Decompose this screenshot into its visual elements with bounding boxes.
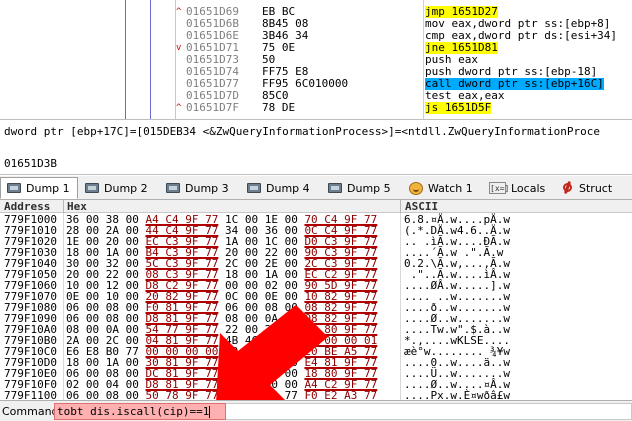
branch-marker: ^	[176, 7, 182, 17]
tab-dump-1[interactable]: Dump 1	[0, 177, 78, 199]
command-input-text: tobt dis.iscall(cip)==1	[57, 405, 210, 418]
disasm-bytes: 78 DE	[262, 101, 296, 114]
tab-label: Locals	[511, 181, 546, 195]
locals-icon: [x=]	[489, 182, 510, 194]
branch-marker: ^	[176, 103, 182, 113]
disasm-row[interactable]: 01651D6E 3B46 34 cmp eax,dword ptr ds:[esi…	[0, 30, 632, 42]
dump-ascii: ....Px.w.È¤wðâ£w	[404, 389, 510, 401]
address-column-header[interactable]: Address	[4, 200, 50, 213]
info-address-line: 01651D3B	[4, 157, 57, 170]
disasm-row[interactable]: v 01651D71 75 0E jne 1651D81	[0, 42, 632, 54]
text-caret	[209, 406, 211, 418]
dump-icon	[166, 183, 180, 193]
dump-icon	[7, 183, 21, 193]
watch-icon	[409, 181, 423, 195]
branch-marker: v	[176, 43, 182, 53]
dump-panel[interactable]: Address Hex ASCII 779F1000 36 00 38 00 A4…	[0, 200, 632, 400]
info-panel: dword ptr [ebp+17C]=[015DEB34 <&ZwQueryI…	[0, 119, 632, 175]
tab-dump-2[interactable]: Dump 2	[78, 177, 159, 199]
disassembly-panel[interactable]: ^ 01651D69 EB BC jmp 1651D27 01651D6B 8B45 08…	[0, 0, 632, 119]
disasm-row[interactable]: ^ 01651D7F 78 DE js 1651D5F	[0, 102, 632, 114]
dump-icon	[247, 183, 261, 193]
dump-address: 779F1100	[4, 389, 57, 401]
tab-watch-1[interactable]: Watch 1	[402, 177, 482, 199]
disasm-row[interactable]: 01651D77 FF95 6C010000 call dword ptr ss:[…	[0, 78, 632, 90]
dump-icon	[328, 183, 342, 193]
tab-label: Dump 4	[266, 181, 310, 195]
disasm-instruction: js 1651D5F	[425, 101, 492, 114]
tab-label: Struct	[579, 181, 613, 195]
tab-dump-3[interactable]: Dump 3	[159, 177, 240, 199]
tab-label: Dump 5	[347, 181, 391, 195]
disasm-address: 01651D7F	[186, 101, 239, 114]
dump-row[interactable]: 779F1100 06 00 08 00 50 78 9F 77 90 C8 A4…	[0, 389, 632, 401]
info-reference-line: dword ptr [ebp+17C]=[015DEB34 <&ZwQueryI…	[4, 125, 601, 138]
struct-icon	[562, 181, 574, 195]
tab-label: Dump 3	[185, 181, 229, 195]
tab-label: Dump 1	[26, 181, 70, 195]
dump-hex: 06 00 08 00 50 78 9F 77 90 C8 A4 77 F0 E…	[66, 389, 378, 401]
command-input[interactable]: tobt dis.iscall(cip)==1	[54, 403, 226, 420]
dump-tab-bar: Dump 1 Dump 2 Dump 3 Dump 4 Dump 5 Watch 1 [x=…	[0, 176, 632, 200]
tab-dump-4[interactable]: Dump 4	[240, 177, 321, 199]
hex-column-header[interactable]: Hex	[67, 200, 87, 213]
tab-struct[interactable]: Struct	[555, 177, 621, 199]
dump-header: Address Hex ASCII	[0, 200, 632, 213]
tab-dump-5[interactable]: Dump 5	[321, 177, 402, 199]
tab-locals[interactable]: [x=] Locals	[482, 177, 555, 199]
command-bar: Command: tobt dis.iscall(cip)==1	[0, 400, 632, 421]
disasm-row[interactable]: 01651D7D 85C0 test eax,eax	[0, 90, 632, 102]
ascii-column-header[interactable]: ASCII	[405, 200, 438, 213]
tab-label: Watch 1	[428, 181, 473, 195]
command-input-extension[interactable]	[226, 403, 632, 420]
tab-label: Dump 2	[104, 181, 148, 195]
dump-icon	[85, 183, 99, 193]
